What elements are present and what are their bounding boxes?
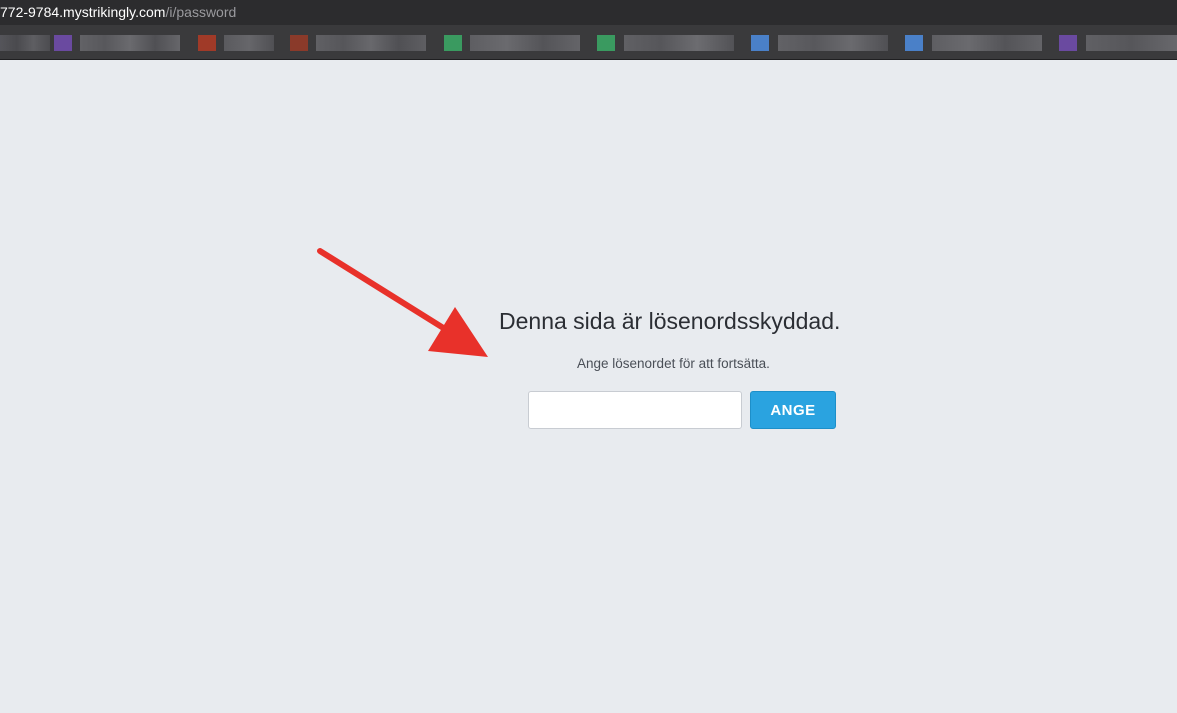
bookmark-favicon-icon [54, 35, 72, 51]
bookmark-favicon-icon [751, 35, 769, 51]
bookmark-item[interactable] [1086, 35, 1177, 51]
bookmark-favicon-icon [444, 35, 462, 51]
bookmark-favicon-icon [290, 35, 308, 51]
bookmark-item[interactable] [316, 35, 426, 51]
url-path: /i/password [165, 4, 237, 20]
password-field[interactable] [528, 391, 742, 429]
bookmark-favicon-icon [1059, 35, 1077, 51]
bookmark-favicon-icon [198, 35, 216, 51]
address-bar[interactable]: 772-9784.mystrikingly.com/i/password [0, 0, 1177, 25]
red-arrow-icon [317, 248, 488, 357]
page-subtitle: Ange lösenordet för att fortsätta. [577, 356, 770, 371]
bookmark-item[interactable] [624, 35, 734, 51]
page-title: Denna sida är lösenordsskyddad. [499, 308, 841, 334]
bookmark-item[interactable] [932, 35, 1042, 51]
url-host: 772-9784.mystrikingly.com [0, 4, 166, 20]
password-page [0, 61, 1177, 713]
submit-button[interactable]: ANGE [750, 391, 836, 429]
bookmark-item[interactable] [80, 35, 180, 51]
bookmark-item[interactable] [470, 35, 580, 51]
bookmarks-bar [0, 25, 1177, 60]
bookmark-item[interactable] [778, 35, 888, 51]
bookmark-item[interactable] [0, 35, 50, 51]
bookmark-favicon-icon [597, 35, 615, 51]
bookmark-favicon-icon [905, 35, 923, 51]
bookmark-item[interactable] [224, 35, 274, 51]
